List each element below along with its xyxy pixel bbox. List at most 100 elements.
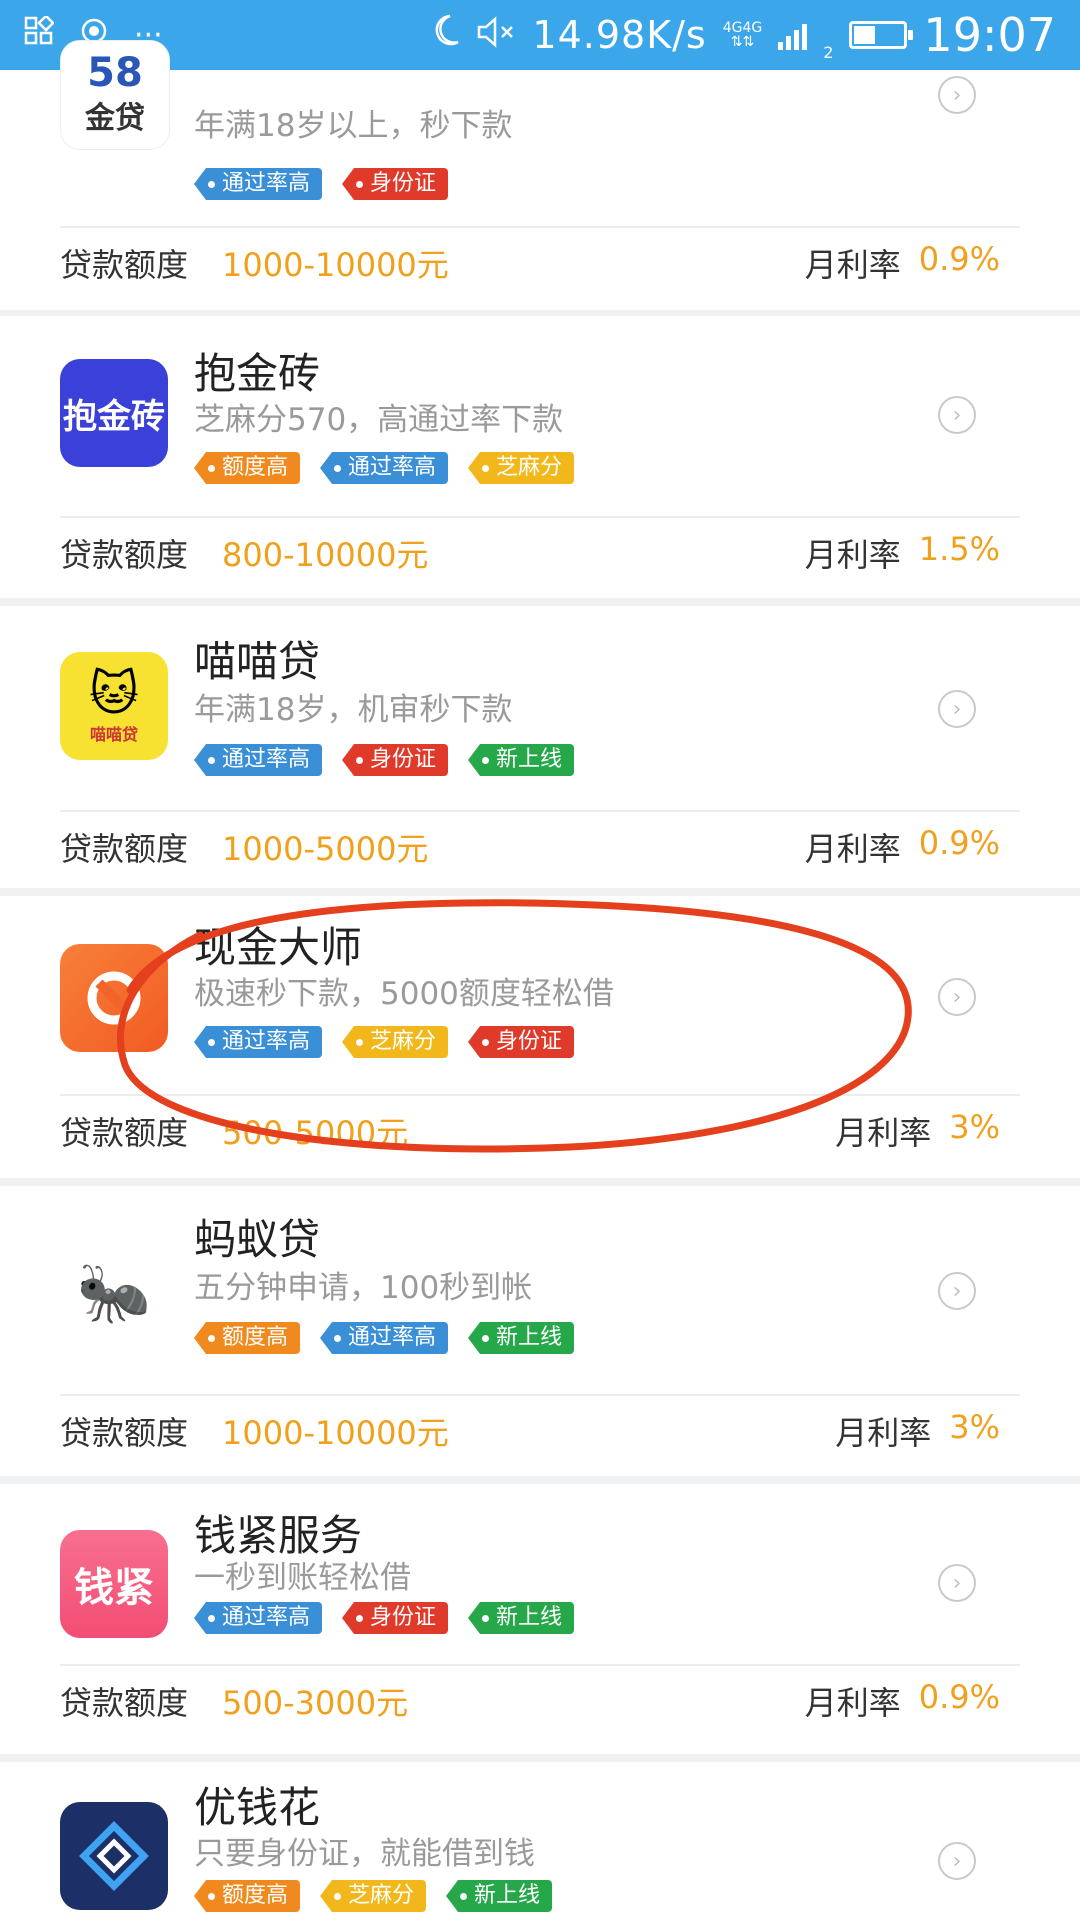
amount-value: 800-10000元 [222,536,429,574]
cash-master-icon [87,971,141,1025]
rate-value: 0.9% [918,240,1000,278]
loan-card[interactable]: 现金大师 极速秒下款，5000额度轻松借 通过率高 芝麻分 身份证 › 贷款额度… [0,896,1080,1178]
loan-tag: 通过率高 [320,452,449,484]
rate-group: 月利率 0.9% [805,824,1000,870]
rate-value: 3% [949,1408,1000,1446]
divider [60,516,1020,518]
loan-name: 蚂蚁贷 [194,1215,321,1264]
rate-label: 月利率 [804,246,901,284]
loan-description: 芝麻分570，高通过率下款 [194,402,564,438]
divider [60,810,1020,812]
loan-tag: 额度高 [194,1880,301,1912]
clock: 19:07 [923,8,1056,62]
loan-tag: 芝麻分 [468,452,575,484]
divider [60,226,1020,228]
divider [60,1394,1020,1396]
rate-value: 0.9% [918,1678,1000,1716]
amount-value: 500-3000元 [222,1684,409,1722]
rate-value: 0.9% [918,824,1000,862]
loan-tag: 通过率高 [194,1026,323,1058]
loan-description: 五分钟申请，100秒到帐 [194,1270,533,1306]
chevron-right-icon[interactable]: › [938,978,976,1016]
loan-tag: 额度高 [194,1322,301,1354]
loan-description: 只要身份证，就能借到钱 [194,1836,535,1872]
app-grid-icon [24,14,55,54]
divider [60,1664,1020,1666]
loan-tag: 身份证 [468,1026,575,1058]
loan-tag: 新上线 [468,744,575,776]
loan-description: 年满18岁，机审秒下款 [194,692,513,728]
loan-tags: 通过率高 芝麻分 身份证 [194,1026,575,1058]
loan-tag: 额度高 [194,452,301,484]
amount-label: 贷款额度 [60,1114,189,1152]
loan-name: 现金大师 [194,923,363,972]
chevron-right-icon[interactable]: › [938,1564,976,1602]
loan-name: 优钱花 [194,1783,321,1832]
loan-tags: 通过率高 身份证 新上线 [194,744,575,776]
loan-description: 年满18岁以上，秒下款 [194,108,513,144]
loan-logo: 🐜 [60,1238,168,1346]
loan-name: 喵喵贷 [194,637,321,686]
cat-icon: 🐱 [88,666,140,722]
rate-group: 月利率 1.5% [805,530,1000,576]
loan-tags: 额度高 芝麻分 新上线 [194,1880,553,1912]
loan-card[interactable]: 🐱 喵喵贷 喵喵贷 年满18岁，机审秒下款 通过率高 身份证 新上线 › 贷款额… [0,606,1080,888]
network-speed: 14.98K/s [532,13,707,57]
sim-index: 2 [823,43,834,62]
battery-icon [849,21,914,49]
loan-logo: 🐱 喵喵贷 [60,652,168,760]
rate-label: 月利率 [835,1414,932,1452]
loan-logo [60,1802,168,1910]
loan-tags: 额度高 通过率高 芝麻分 [194,452,575,484]
amount-value: 1000-10000元 [222,1414,449,1452]
rate-group: 月利率 3% [835,1408,1000,1454]
loan-card[interactable]: 抱金砖 抱金砖 芝麻分570，高通过率下款 额度高 通过率高 芝麻分 › 贷款额… [0,316,1080,598]
loan-tags: 额度高 通过率高 新上线 [194,1322,575,1354]
chevron-right-icon[interactable]: › [938,1842,976,1880]
signal-icon [778,20,808,50]
loan-tag: 通过率高 [194,1602,323,1634]
amount-value: 1000-5000元 [222,830,429,868]
loan-card[interactable]: 58 金贷 年满18岁以上，秒下款 通过率高 身份证 › 贷款额度 1000-1… [0,40,1080,310]
rate-label: 月利率 [804,1684,901,1722]
amount-label: 贷款额度 [60,246,189,284]
loan-tag: 新上线 [446,1880,553,1912]
loan-logo: 58 金贷 [60,40,170,150]
rate-group: 月利率 0.9% [805,1678,1000,1724]
amount-value: 1000-10000元 [222,246,449,284]
divider [60,1094,1020,1096]
loan-name: 抱金砖 [194,349,321,398]
chevron-right-icon[interactable]: › [938,1272,976,1310]
loan-tag: 芝麻分 [342,1026,449,1058]
chevron-right-icon[interactable]: › [938,396,976,434]
loan-description: 一秒到账轻松借 [194,1560,411,1596]
mute-icon [476,13,516,57]
loan-logo: 抱金砖 [60,359,168,467]
loan-card[interactable]: 🐜 蚂蚁贷 五分钟申请，100秒到帐 额度高 通过率高 新上线 › 贷款额度 1… [0,1186,1080,1476]
loan-tag: 身份证 [342,744,449,776]
loan-tag: 通过率高 [320,1322,449,1354]
rate-value: 1.5% [918,530,1000,568]
loan-tag: 通过率高 [194,168,323,200]
chevron-right-icon[interactable]: › [938,690,976,728]
diamond-logo-icon [79,1821,149,1891]
loan-card[interactable]: 优钱花 只要身份证，就能借到钱 额度高 芝麻分 新上线 › [0,1762,1080,1920]
loan-tags: 通过率高 身份证 [194,168,449,200]
network-type: 4G4G ⇅⇅ [722,20,763,50]
chevron-right-icon[interactable]: › [938,76,976,114]
loan-logo [60,944,168,1052]
loan-tags: 通过率高 身份证 新上线 [194,1602,575,1634]
rate-group: 月利率 0.9% [805,240,1000,286]
amount-label: 贷款额度 [60,1414,189,1452]
loan-tag: 新上线 [468,1322,575,1354]
loan-tag: 芝麻分 [320,1880,427,1912]
amount-label: 贷款额度 [60,536,189,574]
rate-value: 3% [949,1108,1000,1146]
loan-tag: 通过率高 [194,744,323,776]
loan-card[interactable]: 钱紧 钱紧服务 一秒到账轻松借 通过率高 身份证 新上线 › 贷款额度 500-… [0,1484,1080,1754]
ant-icon: 🐜 [76,1257,152,1328]
amount-label: 贷款额度 [60,1684,189,1722]
loan-tag: 身份证 [342,168,449,200]
loan-description: 极速秒下款，5000额度轻松借 [194,976,614,1012]
loan-logo: 钱紧 [60,1530,168,1638]
